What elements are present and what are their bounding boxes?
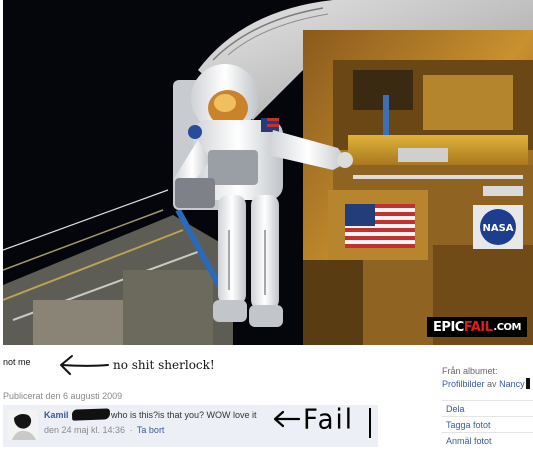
- photo-actions: Dela Tagga fotot Anmäl fotot: [442, 400, 533, 448]
- photo-viewer[interactable]: NASA EPIC FAIL .COM: [3, 0, 533, 345]
- delete-comment-link[interactable]: Ta bort: [137, 425, 165, 435]
- commenter-avatar[interactable]: [8, 410, 38, 440]
- comment-author-link[interactable]: Kamil: [44, 410, 69, 420]
- us-flag-decal: [345, 204, 415, 248]
- album-owner-link[interactable]: Nancy: [499, 379, 525, 389]
- album-by-label: av: [487, 379, 497, 389]
- hand-drawn-arrow-icon: [60, 355, 109, 375]
- published-date: Publicerat den 6 augusti 2009: [3, 391, 123, 401]
- comment-text: who is this?is that you? WOW love it: [111, 410, 257, 420]
- owner-redaction-mark: [525, 378, 530, 389]
- astronaut-spacewalk-image: NASA: [3, 0, 533, 345]
- hand-drawn-left-arrow-icon: [273, 410, 301, 428]
- comment-meta: den 24 maj kl. 14:36 · Ta bort: [44, 425, 164, 435]
- tag-photo-link[interactable]: Tagga fotot: [442, 416, 533, 432]
- share-photo-link[interactable]: Dela: [442, 400, 533, 416]
- watermark-fail: FAIL: [463, 319, 493, 335]
- epicfail-watermark: EPIC FAIL .COM: [427, 317, 527, 337]
- comment-item: Kamil who is this?is that you? WOW love …: [3, 404, 378, 447]
- comment-timestamp: den 24 maj kl. 14:36: [44, 425, 126, 435]
- fail-scribble-mark: [369, 408, 371, 438]
- svg-text:NASA: NASA: [482, 223, 513, 234]
- meta-separator: ·: [129, 425, 133, 435]
- watermark-com: .COM: [493, 321, 521, 333]
- album-from-label: Från albumet:: [442, 366, 498, 376]
- scribbled-note: no shit sherlock!: [113, 358, 215, 372]
- album-name-link[interactable]: Profilbilder: [442, 379, 485, 389]
- watermark-epic: EPIC: [433, 319, 464, 335]
- photo-caption: not me: [3, 357, 31, 367]
- redaction-mark: [71, 408, 111, 421]
- fail-scribble: Fail: [303, 404, 354, 436]
- nasa-logo: NASA: [473, 205, 523, 249]
- avatar-silhouette-icon: [8, 410, 38, 440]
- album-info: Profilbilder av Nancy: [442, 378, 530, 389]
- report-photo-link[interactable]: Anmäl fotot: [442, 432, 533, 448]
